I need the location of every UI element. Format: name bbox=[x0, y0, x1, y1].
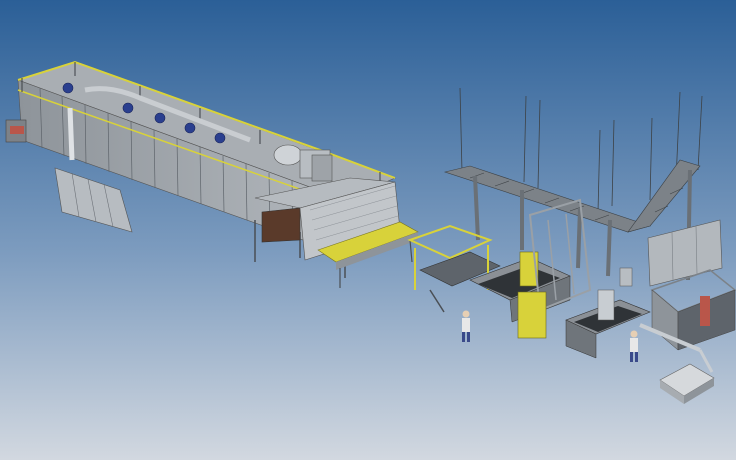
production-line-render bbox=[0, 0, 736, 460]
